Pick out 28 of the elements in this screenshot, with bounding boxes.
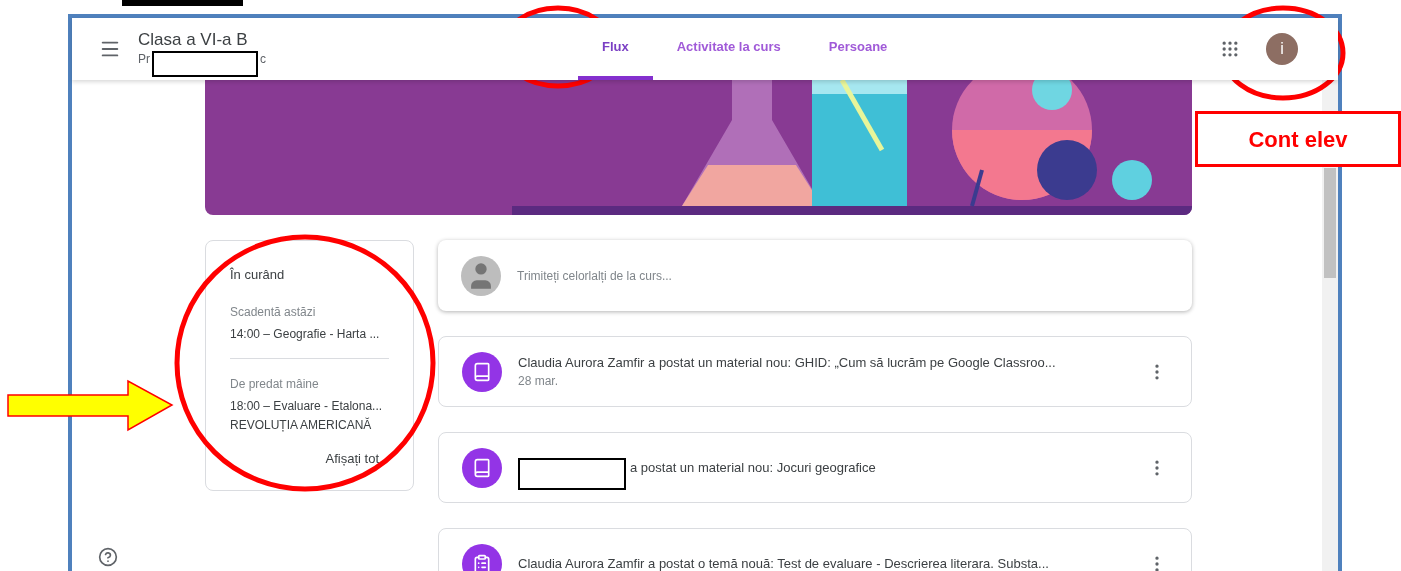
view-all-link[interactable]: Afișați tot	[325, 448, 379, 468]
post-title: Claudia Aurora Zamfir a postat o temă nouă: Test de evaluare - Descrierea literara. Substa...	[518, 554, 1049, 571]
post-title: a postat un material nou: Jocuri geografice	[630, 458, 876, 477]
post-card[interactable]: a postat un material nou: Jocuri geografice	[438, 432, 1192, 503]
book-icon	[462, 351, 502, 392]
nav-tab[interactable]: Persoane	[804, 18, 912, 80]
book-icon	[462, 447, 502, 488]
due-heading: De predat mâine	[230, 375, 320, 393]
class-title: Clasa a VI-a B	[138, 30, 249, 50]
due-item[interactable]: 18:00 – Evaluare - Etalona...	[230, 396, 389, 416]
upcoming-title: În curând	[230, 266, 286, 284]
post-date: 28 mar.	[518, 373, 560, 391]
apps-grid-icon[interactable]	[1220, 39, 1240, 59]
post-title: Claudia Aurora Zamfir a postat un material nou: GHID: „Cum să lucrăm pe Google Classroo...	[518, 353, 1056, 372]
subtitle-text: Pr	[138, 51, 150, 68]
account-avatar[interactable]: i	[1266, 33, 1298, 65]
due-item[interactable]: 14:00 – Geografie - Harta ...	[230, 324, 389, 344]
annotation-label: Cont elev	[1195, 111, 1401, 167]
post-card[interactable]: Claudia Aurora Zamfir a postat un material nou: GHID: „Cum să lucrăm pe Google Classroo... 28 mar.	[438, 336, 1192, 407]
scrollbar-thumb[interactable]	[1324, 168, 1336, 278]
subtitle-text: c	[260, 51, 266, 68]
due-heading: Scadentă astăzi	[230, 303, 317, 321]
user-silhouette-icon	[461, 255, 501, 296]
help-icon[interactable]	[98, 547, 118, 567]
nav-tab[interactable]: Activitate la curs	[652, 18, 805, 80]
compose-field[interactable]: Trimiteți celorlalți de la curs...	[517, 266, 1169, 285]
post-card[interactable]: Claudia Aurora Zamfir a postat o temă nouă: Test de evaluare - Descrierea literara. Substa...	[438, 528, 1192, 571]
due-item[interactable]: REVOLUȚIA AMERICANĂ	[230, 415, 389, 435]
